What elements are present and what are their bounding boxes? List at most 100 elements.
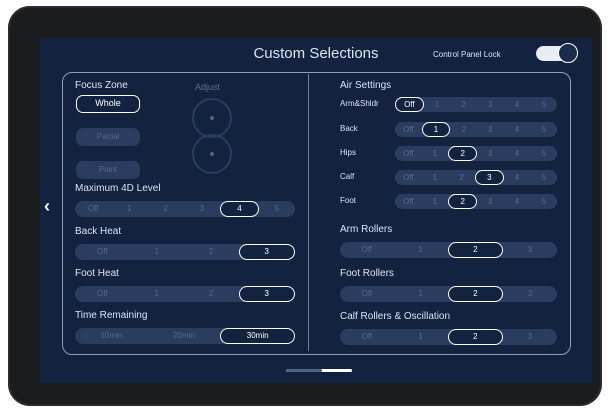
max-4d-option-1[interactable]: 1 xyxy=(111,201,147,217)
air-arm-shldr-option-3[interactable]: 3 xyxy=(477,97,504,112)
adjust-up-icon xyxy=(210,116,214,120)
foot-heat-label: Foot Heat xyxy=(75,268,119,279)
back-heat-option-1[interactable]: 1 xyxy=(130,244,185,260)
home-indicator-inactive xyxy=(286,369,322,372)
back-heat-option-off[interactable]: Off xyxy=(75,244,130,260)
max-4d-option-4[interactable]: 4 xyxy=(220,201,259,217)
air-row-hips-label: Hips xyxy=(340,148,357,157)
foot-heat-option-off[interactable]: Off xyxy=(75,286,130,302)
back-heat-label: Back Heat xyxy=(75,226,122,237)
air-foot-option-off[interactable]: Off xyxy=(395,194,422,209)
foot-rollers-option-off[interactable]: Off xyxy=(340,286,394,302)
max-4d-option-5[interactable]: 5 xyxy=(259,201,295,217)
control-panel-lock-toggle[interactable] xyxy=(536,43,578,63)
focus-zone-label: Focus Zone xyxy=(75,80,128,91)
air-back-option-3[interactable]: 3 xyxy=(477,122,504,137)
air-foot-option-3[interactable]: 3 xyxy=(477,194,504,209)
foot-heat-option-1[interactable]: 1 xyxy=(130,286,185,302)
air-hips-option-5[interactable]: 5 xyxy=(530,146,557,161)
air-row-arm-shldr-selector: Off 1 2 3 4 5 xyxy=(395,97,557,112)
screen: Custom Selections Control Panel Lock ‹ F… xyxy=(40,38,592,383)
calf-rollers-option-2[interactable]: 2 xyxy=(447,329,504,345)
air-foot-option-4[interactable]: 4 xyxy=(504,194,531,209)
max-4d-level-selector: Off 1 2 3 4 5 xyxy=(75,201,295,217)
calf-rollers-option-1[interactable]: 1 xyxy=(394,329,448,345)
arm-rollers-option-3[interactable]: 3 xyxy=(503,242,557,258)
max-4d-option-2[interactable]: 2 xyxy=(148,201,184,217)
calf-rollers-selector: Off 1 2 3 xyxy=(340,329,557,345)
foot-heat-option-3[interactable]: 3 xyxy=(238,286,295,302)
air-hips-option-1[interactable]: 1 xyxy=(422,146,449,161)
focus-zone-option-point[interactable]: Point xyxy=(76,161,140,179)
arm-rollers-option-1[interactable]: 1 xyxy=(394,242,448,258)
air-settings-label: Air Settings xyxy=(340,80,392,91)
air-arm-shldr-option-5[interactable]: 5 xyxy=(530,97,557,112)
arm-rollers-selector: Off 1 2 3 xyxy=(340,242,557,258)
arm-rollers-label: Arm Rollers xyxy=(340,224,393,235)
foot-rollers-option-2[interactable]: 2 xyxy=(447,286,504,302)
air-arm-shldr-option-4[interactable]: 4 xyxy=(504,97,531,112)
air-row-arm-shldr-label: Arm&Shldr xyxy=(340,99,379,108)
foot-heat-selector: Off 1 2 3 xyxy=(75,286,295,302)
air-calf-option-5[interactable]: 5 xyxy=(530,170,557,185)
time-option-10min[interactable]: 10min xyxy=(75,328,148,344)
time-option-30min[interactable]: 30min xyxy=(220,328,296,344)
home-indicator[interactable] xyxy=(286,369,352,372)
calf-rollers-label: Calf Rollers & Oscillation xyxy=(340,311,451,322)
back-heat-selector: Off 1 2 3 xyxy=(75,244,295,260)
max-4d-option-3[interactable]: 3 xyxy=(184,201,220,217)
adjust-down-icon xyxy=(210,152,214,156)
air-calf-option-off[interactable]: Off xyxy=(395,170,422,185)
foot-rollers-option-1[interactable]: 1 xyxy=(394,286,448,302)
back-heat-option-2[interactable]: 2 xyxy=(184,244,239,260)
adjust-label: Adjust xyxy=(195,82,221,92)
air-hips-option-3[interactable]: 3 xyxy=(477,146,504,161)
foot-heat-option-2[interactable]: 2 xyxy=(184,286,239,302)
air-hips-option-2[interactable]: 2 xyxy=(448,146,478,161)
page-title: Custom Selections xyxy=(253,45,379,62)
air-arm-shldr-option-2[interactable]: 2 xyxy=(450,97,477,112)
air-row-calf-label: Calf xyxy=(340,172,355,181)
air-foot-option-5[interactable]: 5 xyxy=(530,194,557,209)
air-calf-option-3[interactable]: 3 xyxy=(475,170,504,185)
air-back-option-1[interactable]: 1 xyxy=(421,122,451,137)
air-hips-option-off[interactable]: Off xyxy=(395,146,422,161)
air-back-option-5[interactable]: 5 xyxy=(530,122,557,137)
air-row-calf-selector: Off 1 2 3 4 5 xyxy=(395,170,557,185)
air-calf-option-2[interactable]: 2 xyxy=(448,170,475,185)
back-heat-option-3[interactable]: 3 xyxy=(238,244,295,260)
focus-zone-option-partial[interactable]: Partial xyxy=(76,128,140,146)
control-panel-lock-label: Control Panel Lock xyxy=(433,50,501,59)
air-calf-option-4[interactable]: 4 xyxy=(504,170,531,185)
toggle-knob xyxy=(558,43,578,63)
air-row-hips-selector: Off 1 2 3 4 5 xyxy=(395,146,557,161)
calf-rollers-option-3[interactable]: 3 xyxy=(503,329,557,345)
max-4d-option-off[interactable]: Off xyxy=(75,201,111,217)
air-back-option-off[interactable]: Off xyxy=(395,122,422,137)
air-foot-option-1[interactable]: 1 xyxy=(422,194,449,209)
air-row-back-selector: Off 1 2 3 4 5 xyxy=(395,122,557,137)
time-remaining-label: Time Remaining xyxy=(75,310,148,321)
foot-rollers-option-3[interactable]: 3 xyxy=(503,286,557,302)
foot-rollers-selector: Off 1 2 3 xyxy=(340,286,557,302)
arm-rollers-option-2[interactable]: 2 xyxy=(447,242,504,258)
calf-rollers-option-off[interactable]: Off xyxy=(340,329,394,345)
air-row-back-label: Back xyxy=(340,124,358,133)
time-option-20min[interactable]: 20min xyxy=(148,328,221,344)
arm-rollers-option-off[interactable]: Off xyxy=(340,242,394,258)
air-arm-shldr-option-1[interactable]: 1 xyxy=(424,97,451,112)
foot-rollers-label: Foot Rollers xyxy=(340,268,394,279)
air-back-option-2[interactable]: 2 xyxy=(450,122,477,137)
air-row-foot-label: Foot xyxy=(340,196,357,205)
focus-zone-option-whole[interactable]: Whole xyxy=(76,95,140,113)
air-arm-shldr-option-off[interactable]: Off xyxy=(395,97,424,112)
air-row-foot-selector: Off 1 2 3 4 5 xyxy=(395,194,557,209)
air-foot-option-2[interactable]: 2 xyxy=(448,194,478,209)
air-back-option-4[interactable]: 4 xyxy=(504,122,531,137)
chevron-left-icon[interactable]: ‹ xyxy=(44,196,50,217)
time-remaining-selector: 10min 20min 30min xyxy=(75,328,296,344)
air-hips-option-4[interactable]: 4 xyxy=(504,146,531,161)
max-4d-level-label: Maximum 4D Level xyxy=(75,183,161,194)
air-calf-option-1[interactable]: 1 xyxy=(422,170,449,185)
column-divider xyxy=(308,74,309,351)
